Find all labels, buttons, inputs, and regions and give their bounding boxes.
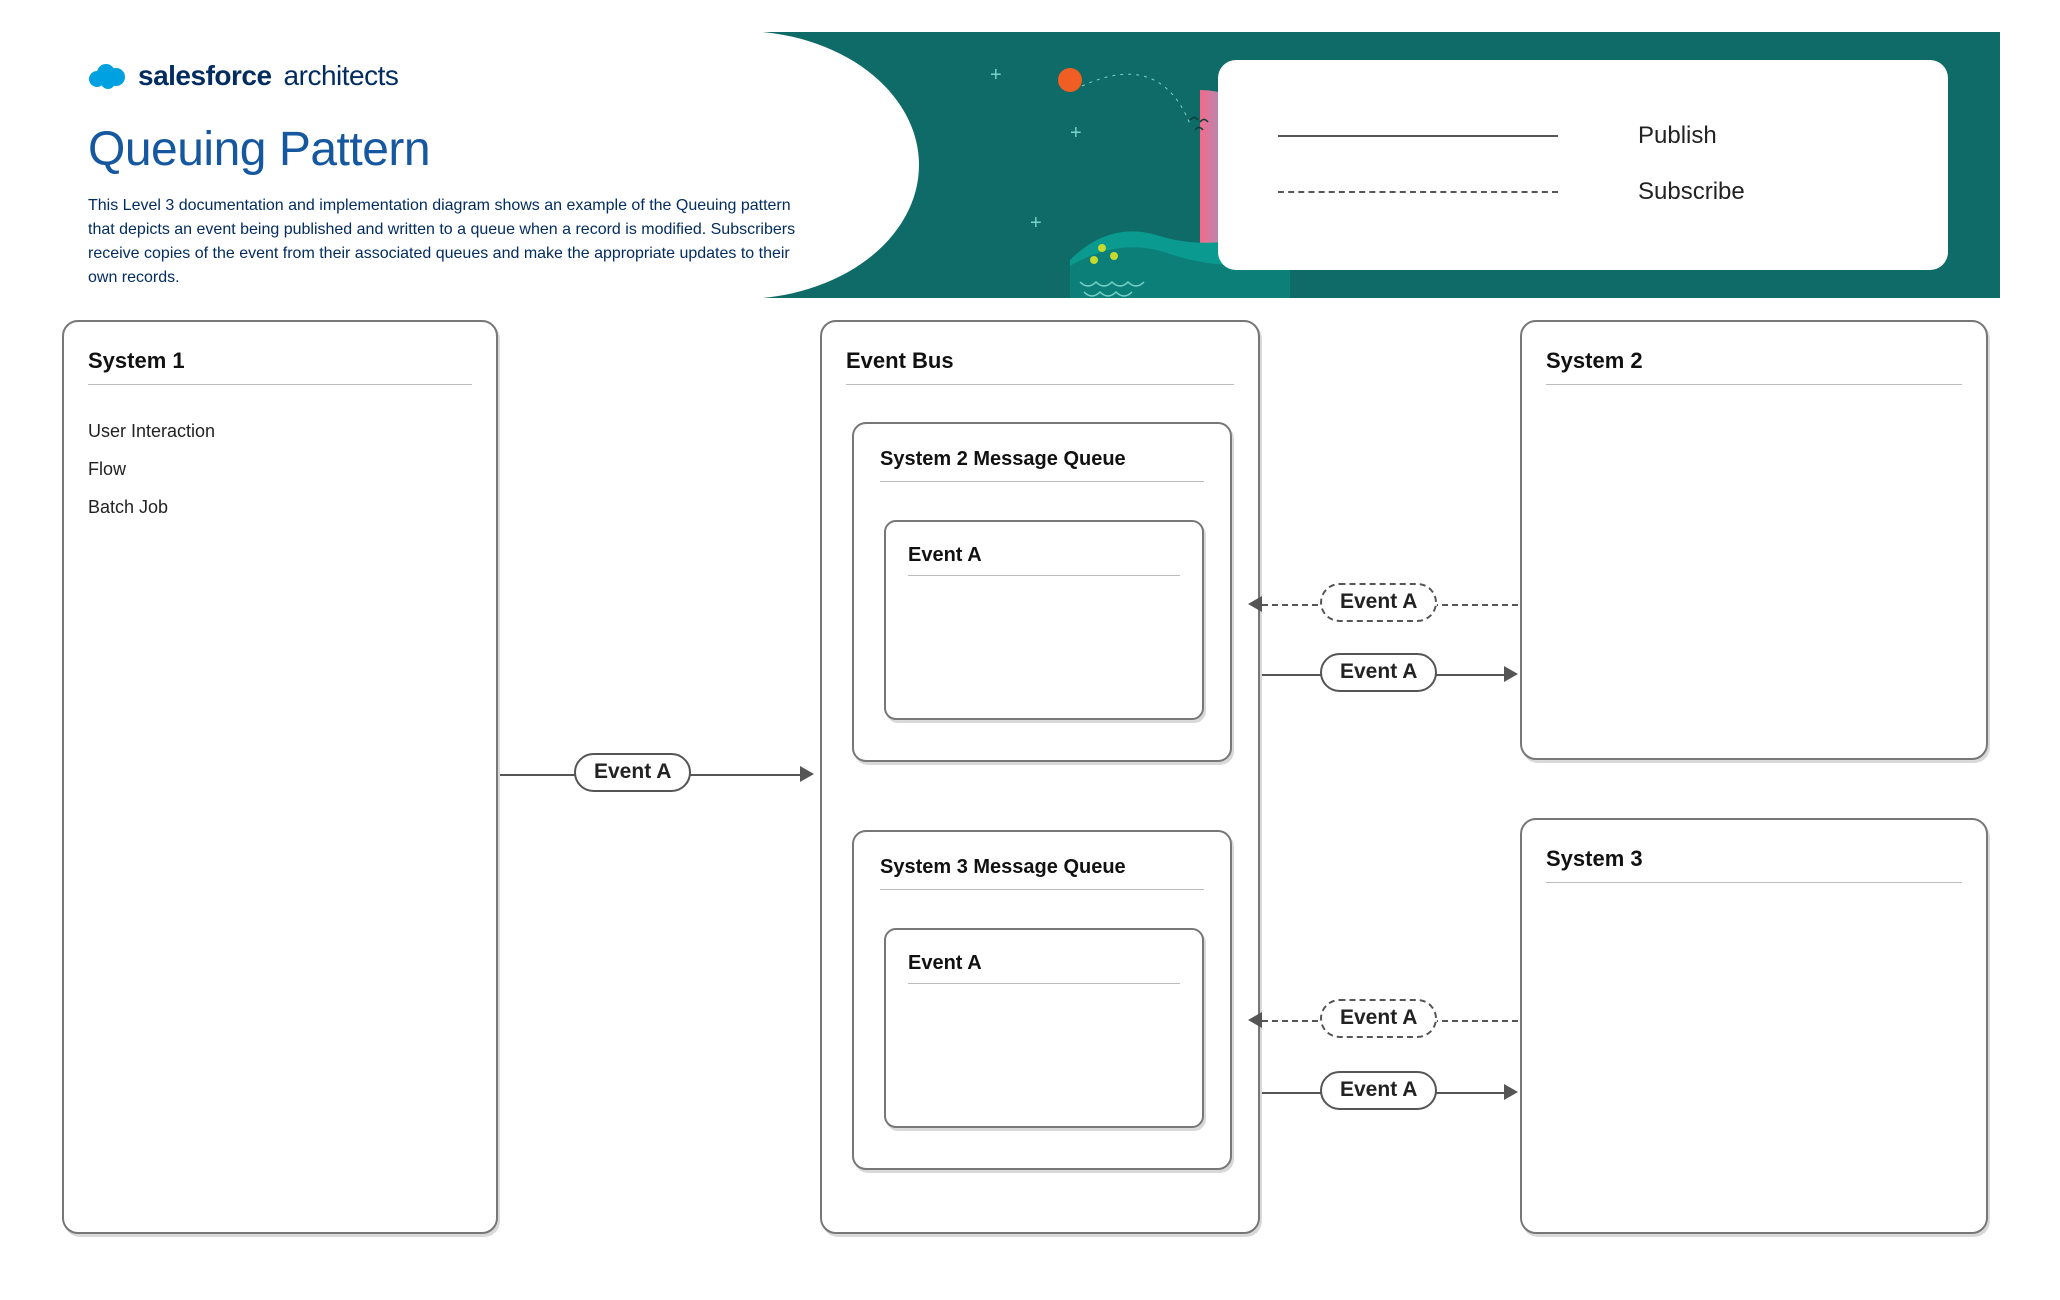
arrow-left-icon: [1248, 596, 1262, 612]
connector-label-event-a: Event A: [1320, 653, 1437, 692]
connector-label-event-a: Event A: [1320, 1071, 1437, 1110]
page-header: salesforce architects Queuing Pattern Th…: [60, 32, 2000, 298]
brand: salesforce architects: [88, 60, 398, 92]
page-title: Queuing Pattern: [88, 122, 430, 177]
legend-line-dashed-icon: [1278, 191, 1558, 193]
arrow-left-icon: [1248, 1012, 1262, 1028]
connector-label-event-a-dashed: Event A: [1320, 999, 1437, 1038]
decoration-plus-icon: +: [1030, 212, 1042, 235]
legend-label-publish: Publish: [1638, 122, 1717, 150]
box-title-system-2: System 2: [1546, 348, 1962, 385]
legend-label-subscribe: Subscribe: [1638, 178, 1745, 206]
box-title-system-3: System 3: [1546, 846, 1962, 883]
brand-word-architects: architects: [284, 60, 399, 92]
legend: Publish Subscribe: [1218, 60, 1948, 270]
decoration-plus-icon: +: [990, 64, 1002, 87]
box-title-system-3-queue: System 3 Message Queue: [880, 856, 1204, 890]
decoration-plus-icon: +: [1070, 122, 1082, 145]
box-title-event-bus: Event Bus: [846, 348, 1234, 385]
arrow-right-icon: [800, 766, 814, 782]
connector-label-event-a: Event A: [574, 753, 691, 792]
brand-word-salesforce: salesforce: [138, 60, 272, 92]
box-event-a-in-queue-3: Event A: [884, 928, 1204, 1128]
system-1-item: User Interaction: [88, 412, 215, 450]
legend-row-publish: Publish: [1278, 108, 1888, 164]
legend-row-subscribe: Subscribe: [1278, 164, 1888, 220]
event-a-label: Event A: [908, 952, 1180, 984]
box-system-3-queue: System 3 Message Queue Event A: [852, 830, 1232, 1170]
system-1-item: Flow: [88, 450, 215, 488]
system-1-item: Batch Job: [88, 488, 215, 526]
box-system-2: System 2: [1520, 320, 1988, 760]
box-system-3: System 3: [1520, 818, 1988, 1234]
connector-label-event-a-dashed: Event A: [1320, 583, 1437, 622]
box-event-a-in-queue-2: Event A: [884, 520, 1204, 720]
page-description: This Level 3 documentation and implement…: [88, 194, 798, 290]
box-event-bus: Event Bus System 2 Message Queue Event A…: [820, 320, 1260, 1234]
box-system-2-queue: System 2 Message Queue Event A: [852, 422, 1232, 762]
arrow-right-icon: [1504, 1084, 1518, 1100]
box-system-1: System 1 User Interaction Flow Batch Job: [62, 320, 498, 1234]
event-a-label: Event A: [908, 544, 1180, 576]
system-1-items: User Interaction Flow Batch Job: [88, 412, 215, 526]
box-title-system-2-queue: System 2 Message Queue: [880, 448, 1204, 482]
arrow-right-icon: [1504, 666, 1518, 682]
legend-line-solid-icon: [1278, 135, 1558, 137]
salesforce-cloud-icon: [88, 63, 126, 89]
box-title-system-1: System 1: [88, 348, 472, 385]
